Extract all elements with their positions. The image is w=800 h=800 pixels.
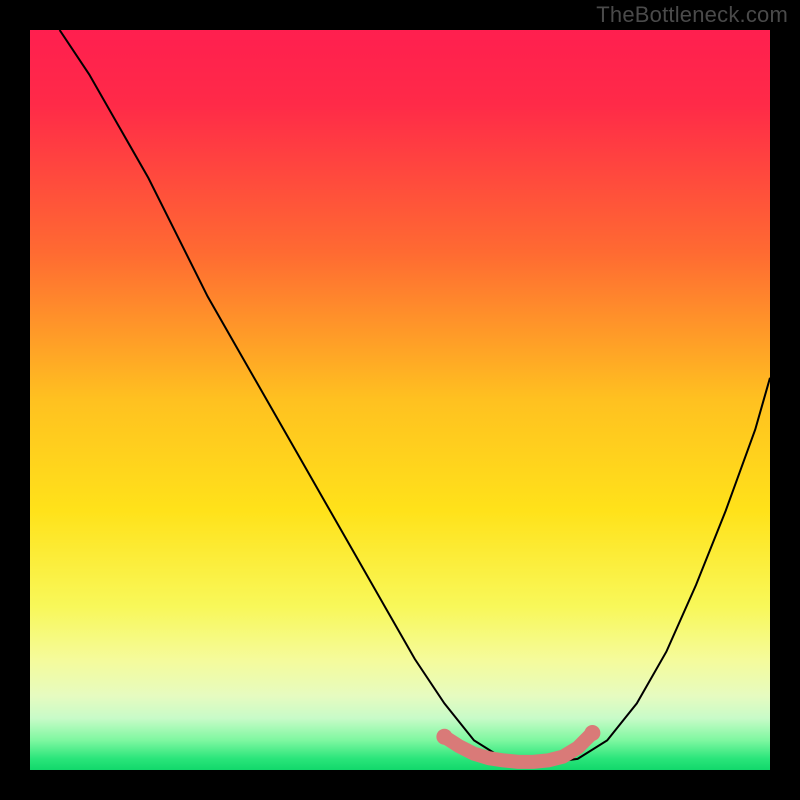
optimal-range-end-dot — [584, 725, 600, 741]
optimal-range-end-dot — [436, 729, 452, 745]
chart-frame: TheBottleneck.com — [0, 0, 800, 800]
plot-area — [30, 30, 770, 770]
watermark-text: TheBottleneck.com — [596, 2, 788, 28]
gradient-background — [30, 30, 770, 770]
plot-svg — [30, 30, 770, 770]
